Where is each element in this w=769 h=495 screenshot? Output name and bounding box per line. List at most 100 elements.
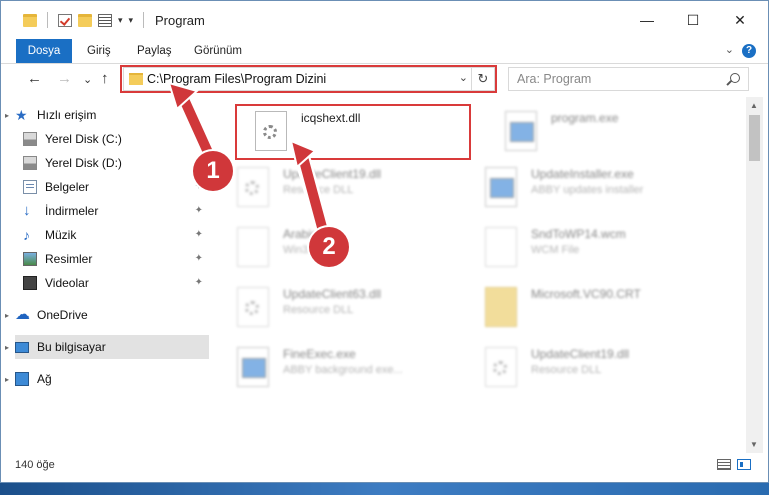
pin-icon[interactable]: ✦ [195,229,203,240]
file-description: Resource DLL [283,304,354,316]
sidebar-item-local-disk-d[interactable]: Yerel Disk (D:) [23,151,209,175]
close-button[interactable]: ✕ [717,1,763,39]
file-list: icqshext.dll program.exe UpdateClient19.… [219,97,746,453]
pictures-icon [23,252,37,266]
tab-file[interactable]: Dosya [16,39,72,63]
file-description: WCM File [531,244,580,256]
sidebar-item-label: Videolar [45,276,89,290]
sidebar-item-local-disk-c[interactable]: Yerel Disk (C:) [23,127,209,151]
file-name: FineExec.exe [283,347,356,361]
toolbar-divider [143,12,145,28]
search-input[interactable]: Ara: Program [517,72,591,86]
maximize-button[interactable]: ☐ [670,1,716,39]
file-item[interactable]: UpdateClient63.dll Resource DLL [219,279,459,335]
dll-gear-icon [255,111,287,151]
sidebar-item-this-pc[interactable]: ▸ Bu bilgisayar [5,335,209,359]
file-item[interactable]: program.exe [487,103,727,159]
minimize-button[interactable]: — [624,1,670,39]
address-path[interactable]: C:\Program Files\Program Dizini [147,72,326,86]
cloud-icon: ☁ [15,306,30,323]
file-name: icqshext.dll [301,111,361,125]
file-item[interactable]: SndToWP14.wcm WCM File [467,219,707,275]
sidebar-item-label: Hızlı erişim [37,108,97,122]
file-description: ABBY updates installer [531,184,644,196]
pin-icon[interactable]: ✦ [195,205,203,216]
file-item[interactable]: UpdateInstaller.exe ABBY updates install… [467,159,707,215]
expand-arrow-icon[interactable]: ▸ [5,311,9,320]
properties-check-icon[interactable] [58,13,72,27]
star-icon: ★ [15,107,28,123]
vertical-scrollbar[interactable]: ▲ ▼ [746,97,763,453]
file-description: Resource DLL [531,364,602,376]
chevron-down-icon[interactable]: ▾ [118,15,123,26]
search-icon [730,73,740,83]
file-description: ABBY background exe... [283,364,403,376]
window-title: Program [155,13,205,28]
sidebar-item-quick-access[interactable]: ▸ ★ Hızlı erişim [5,103,209,127]
item-count: 140 öğe [15,459,55,471]
sidebar-item-network[interactable]: ▸ Ağ [5,367,209,391]
music-icon: ♪ [23,227,30,243]
file-icon [237,227,269,267]
sidebar-item-label: Belgeler [45,180,90,194]
pin-icon[interactable]: ✦ [195,277,203,288]
customize-toolbar-icon[interactable]: ▾ [129,15,134,26]
file-description: Resource DLL [283,184,354,196]
sidebar-item-label: Yerel Disk (C:) [45,132,122,146]
tab-home[interactable]: Giriş [87,39,111,63]
file-name: program.exe [551,111,619,125]
expand-arrow-icon[interactable]: ▸ [5,111,9,120]
recent-locations-button[interactable]: ⌄ [83,73,92,86]
file-name: Microsoft.VC90.CRT [531,287,641,301]
expand-arrow-icon[interactable]: ▸ [5,343,9,352]
expand-arrow-icon[interactable]: ▸ [5,375,9,384]
sidebar-item-pictures[interactable]: Resimler ✦ [23,247,209,271]
sidebar-item-documents[interactable]: Belgeler ✦ [23,175,209,199]
file-item[interactable]: icqshext.dll [237,103,477,159]
computer-icon [15,341,29,353]
sidebar-item-label: Müzik [45,228,77,242]
quick-access-toolbar: ▾ ▾ [23,12,148,28]
sidebar-item-music[interactable]: ♪ Müzik ✦ [23,223,209,247]
tab-view[interactable]: Görünüm [194,39,242,63]
forward-button[interactable]: → [57,70,72,87]
sidebar-item-onedrive[interactable]: ▸ ☁ OneDrive [5,303,209,327]
new-folder-icon[interactable] [78,13,92,27]
help-icon[interactable]: ? [742,44,756,58]
file-item[interactable]: UpdateClient19.dll Resource DLL [467,339,707,395]
navigation-pane: ▸ ★ Hızlı erişim Yerel Disk (C:) Yerel D… [1,101,211,451]
folder-icon [23,13,37,27]
sidebar-item-downloads[interactable]: ↓ İndirmeler ✦ [23,199,209,223]
sidebar-item-videos[interactable]: Videolar ✦ [23,271,209,295]
up-button[interactable]: ↑ [101,70,109,87]
step-2-badge: 2 [309,227,349,267]
navigation-bar: ← → ⌄ ↑ C:\Program Files\Program Dizini … [1,63,768,95]
back-button[interactable]: ← [27,70,42,87]
chevron-down-icon[interactable]: ⌄ [459,71,468,84]
sidebar-item-label: İndirmeler [45,204,99,218]
sidebar-item-label: Ağ [37,372,52,386]
file-item[interactable]: UpdateClient19.dll Resource DLL [219,159,459,215]
refresh-button[interactable]: ↻ [471,68,494,90]
sidebar-item-label: Yerel Disk (D:) [45,156,122,170]
file-item[interactable]: Microsoft.VC90.CRT [467,279,707,335]
folder-icon [485,287,517,327]
drive-icon [23,132,37,146]
expand-ribbon-icon[interactable]: ⌄ [725,43,734,56]
file-name: UpdateClient19.dll [283,167,382,181]
pin-icon[interactable]: ✦ [195,253,203,264]
address-bar[interactable]: C:\Program Files\Program Dizini ⌄ ↻ [123,67,495,91]
tab-share[interactable]: Paylaş [137,39,172,63]
view-properties-icon[interactable] [98,13,112,27]
scroll-thumb[interactable] [749,115,760,161]
file-item[interactable]: FineExec.exe ABBY background exe... [219,339,459,395]
scroll-down-icon[interactable]: ▼ [750,440,758,449]
scroll-up-icon[interactable]: ▲ [750,101,758,110]
dll-gear-icon [237,167,269,207]
details-view-icon[interactable] [717,459,731,470]
search-box[interactable]: Ara: Program [508,67,749,91]
large-icons-view-icon[interactable] [737,459,751,470]
file-name: SndToWP14.wcm [531,227,626,241]
document-icon [23,180,37,194]
file-name: UpdateClient63.dll [283,287,382,301]
